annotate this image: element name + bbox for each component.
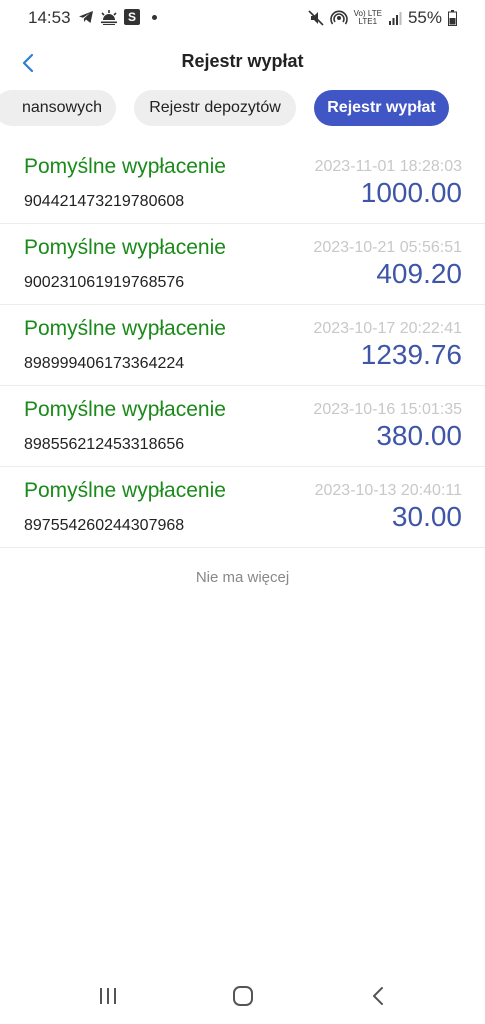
record-date: 2023-10-13 20:40:11 xyxy=(314,482,462,499)
status-bar: 14:53 S Vo) LTE LTE1 55% xyxy=(0,0,485,38)
back-nav-icon[interactable] xyxy=(365,984,393,1008)
status-right-icons: Vo) LTE LTE1 55% xyxy=(308,8,457,28)
tab-bar: nansowych Rejestr depozytów Rejestr wypł… xyxy=(0,90,485,128)
record-amount: 1000.00 xyxy=(360,177,462,208)
tab-label: Rejestr wypłat xyxy=(327,99,436,116)
system-nav-bar xyxy=(0,976,485,1016)
record-status: Pomyślne wypłacenie xyxy=(24,155,226,178)
telegram-icon xyxy=(79,11,93,23)
withdrawal-list: Pomyślne wypłacenie 904421473219780608 2… xyxy=(0,143,485,548)
record-status: Pomyślne wypłacenie xyxy=(24,479,226,502)
hotspot-icon xyxy=(329,10,348,25)
record-amount: 380.00 xyxy=(376,420,462,451)
tab-label: Rejestr depozytów xyxy=(149,99,281,116)
record-id: 900231061919768576 xyxy=(24,274,185,291)
tab-deposit-register[interactable]: Rejestr depozytów xyxy=(134,90,296,126)
record-status: Pomyślne wypłacenie xyxy=(24,398,226,421)
record-id: 897554260244307968 xyxy=(24,517,185,534)
status-time: 14:53 xyxy=(28,8,71,27)
record-status: Pomyślne wypłacenie xyxy=(24,236,226,259)
record-id: 904421473219780608 xyxy=(24,193,185,210)
list-item[interactable]: Pomyślne wypłacenie 898999406173364224 2… xyxy=(0,305,485,386)
list-item[interactable]: Pomyślne wypłacenie 900231061919768576 2… xyxy=(0,224,485,305)
tab-label: nansowych xyxy=(21,99,102,116)
page-title: Rejestr wypłat xyxy=(181,51,304,71)
record-date: 2023-11-01 18:28:03 xyxy=(314,158,462,175)
end-of-list-text: Nie ma więcej xyxy=(195,569,290,586)
tab-withdrawal-register[interactable]: Rejestr wypłat xyxy=(314,90,449,126)
mute-icon xyxy=(308,10,324,26)
record-date: 2023-10-17 20:22:41 xyxy=(313,320,462,337)
record-date: 2023-10-21 05:56:51 xyxy=(313,239,462,256)
weather-icon xyxy=(101,10,117,25)
record-id: 898999406173364224 xyxy=(24,355,185,372)
lte-icon: Vo) LTE LTE1 xyxy=(353,9,382,26)
notification-dot-icon xyxy=(152,14,157,20)
recent-apps-icon[interactable] xyxy=(94,984,122,1008)
record-status: Pomyślne wypłacenie xyxy=(24,317,226,340)
record-id: 898556212453318656 xyxy=(24,436,185,453)
record-amount: 1239.76 xyxy=(360,339,462,370)
header: Rejestr wypłat xyxy=(0,38,485,88)
home-icon[interactable] xyxy=(229,984,257,1008)
battery-icon xyxy=(448,10,457,26)
list-item[interactable]: Pomyślne wypłacenie 897554260244307968 2… xyxy=(0,467,485,548)
s-app-icon: S xyxy=(124,9,140,25)
battery-percent: 55% xyxy=(407,8,442,27)
status-left-icons: S xyxy=(78,9,157,25)
list-item[interactable]: Pomyślne wypłacenie 898556212453318656 2… xyxy=(0,386,485,467)
tab-financial-records[interactable]: nansowych xyxy=(0,90,116,126)
record-amount: 409.20 xyxy=(376,258,462,289)
signal-icon xyxy=(388,12,402,25)
record-date: 2023-10-16 15:01:35 xyxy=(313,401,462,418)
list-item[interactable]: Pomyślne wypłacenie 904421473219780608 2… xyxy=(0,143,485,224)
record-amount: 30.00 xyxy=(391,501,462,532)
